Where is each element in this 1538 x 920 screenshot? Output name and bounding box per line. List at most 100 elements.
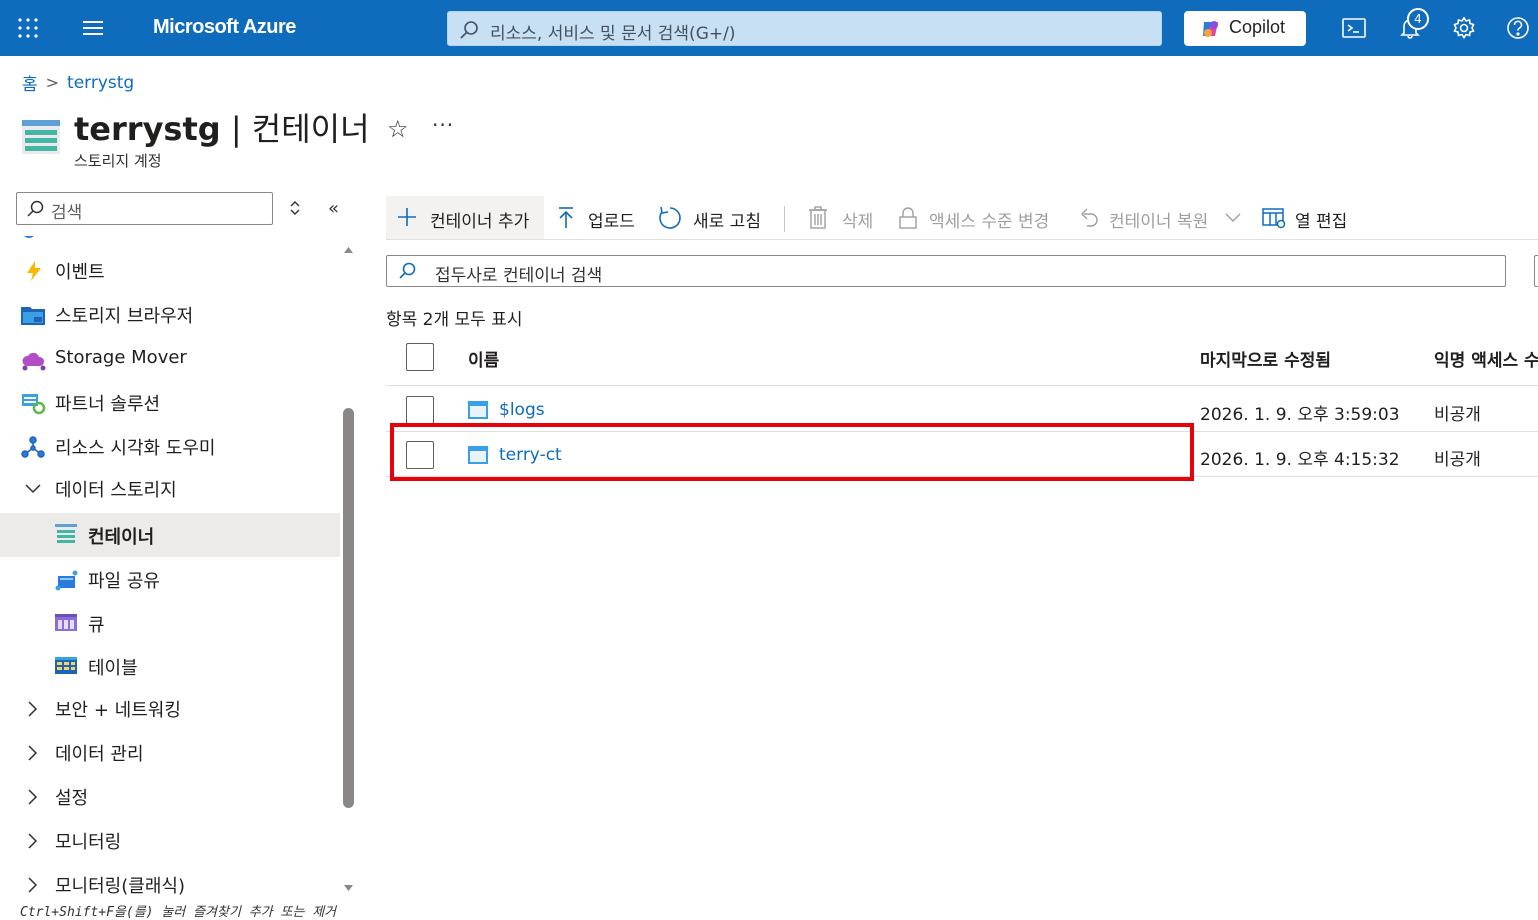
delete-button[interactable]: 삭제 — [806, 196, 878, 239]
chevron-down-icon — [1224, 210, 1242, 229]
sidebar-item-label: 모니터링(클래식) — [55, 876, 185, 897]
row-checkbox[interactable] — [406, 396, 434, 424]
chevron-down-icon — [24, 480, 42, 500]
filter-options-button[interactable] — [1534, 255, 1538, 287]
file-share-icon — [55, 568, 79, 592]
sidebar-item-label: 파일 공유 — [88, 571, 160, 592]
command-bar: 컨테이너 추가 업로드 새로 고침 삭제 액세스 수준 변경 컨테이너 복원 열… — [386, 196, 1538, 240]
container-icon — [468, 401, 488, 423]
partner-solutions-icon — [21, 391, 46, 415]
notification-count-badge: 4 — [1407, 8, 1429, 30]
search-icon — [25, 199, 45, 223]
container-name-link[interactable]: $logs — [499, 400, 545, 420]
gear-icon[interactable] — [1450, 14, 1478, 42]
undo-icon — [1078, 206, 1100, 234]
sidebar-group-security-networking[interactable]: 보안 + 네트워킹 — [0, 686, 340, 730]
sidebar-group-settings[interactable]: 설정 — [0, 774, 340, 818]
copilot-button[interactable]: Copilot — [1184, 11, 1306, 46]
column-header-name[interactable]: 이름 — [468, 346, 499, 371]
edit-columns-button[interactable]: 열 편집 — [1262, 196, 1358, 239]
help-icon[interactable] — [1504, 14, 1532, 42]
sidebar-scrollbar-thumb[interactable] — [343, 408, 354, 808]
add-container-button[interactable]: 컨테이너 추가 — [386, 196, 544, 239]
favorite-star-icon[interactable]: ☆ — [387, 115, 409, 143]
delete-label: 삭제 — [842, 212, 874, 232]
sidebar-item-label: 테이블 — [88, 658, 138, 679]
sidebar-item-queues[interactable]: 큐 — [0, 601, 340, 645]
refresh-label: 새로 고침 — [693, 212, 761, 232]
breadcrumb-resource-link[interactable]: terrystg — [67, 73, 134, 93]
edit-columns-label: 열 편집 — [1295, 212, 1348, 232]
chevron-right-icon: > — [45, 73, 60, 92]
add-container-label: 컨테이너 추가 — [430, 212, 530, 232]
sidebar-group-data-management[interactable]: 데이터 관리 — [0, 730, 340, 774]
refresh-button[interactable]: 새로 고침 — [658, 196, 770, 239]
sidebar-group-monitoring-classic[interactable]: 모니터링(클래식) — [0, 862, 340, 906]
table-icon — [55, 655, 79, 679]
access-level-cell: 비공개 — [1434, 450, 1481, 470]
sidebar-item-resource-visualizer[interactable]: 리소스 시각화 도우미 — [0, 424, 340, 468]
sidebar-item-containers[interactable]: 컨테이너 — [0, 513, 340, 557]
select-all-checkbox[interactable] — [406, 343, 434, 371]
column-header-last-modified[interactable]: 마지막으로 수정됨 — [1200, 346, 1331, 371]
last-modified-cell: 2026. 1. 9. 오후 4:15:32 — [1200, 450, 1400, 470]
toolbar-divider — [784, 206, 785, 232]
sort-up-down-icon[interactable] — [287, 199, 303, 221]
sidebar-item-label: 컨테이너 — [88, 527, 155, 548]
waffle-icon[interactable] — [14, 14, 42, 42]
container-prefix-search-placeholder: 접두사로 컨테이너 검색 — [435, 266, 603, 286]
partial-item-icon — [22, 236, 36, 238]
global-search-input[interactable]: 리소스, 서비스 및 문서 검색(G+/) — [447, 11, 1162, 46]
chevron-right-icon — [24, 832, 40, 854]
hamburger-menu-icon[interactable] — [78, 14, 108, 42]
sidebar-item-storage-mover[interactable]: Storage Mover — [0, 337, 340, 381]
sidebar-item-file-shares[interactable]: 파일 공유 — [0, 557, 340, 601]
title-separator: | — [220, 110, 252, 148]
restore-container-button[interactable]: 컨테이너 복원 — [1076, 196, 1246, 239]
sidebar-item-label: 보안 + 네트워킹 — [55, 700, 181, 721]
upload-label: 업로드 — [588, 212, 635, 232]
trash-icon — [808, 206, 828, 234]
copilot-label: Copilot — [1229, 17, 1286, 37]
last-modified-cell: 2026. 1. 9. 오후 3:59:03 — [1200, 405, 1400, 425]
global-search-placeholder: 리소스, 서비스 및 문서 검색(G+/) — [490, 24, 736, 44]
scroll-down-arrow-icon[interactable] — [343, 878, 354, 897]
sidebar-item-label: 모니터링 — [55, 832, 122, 853]
sidebar-item-partner-solutions[interactable]: 파트너 솔루션 — [0, 380, 340, 424]
container-icon — [55, 524, 79, 548]
collapse-sidebar-icon[interactable]: « — [328, 198, 339, 219]
scroll-up-arrow-icon[interactable] — [343, 240, 354, 259]
storage-container-icon — [22, 120, 60, 158]
search-icon — [397, 261, 417, 285]
more-options-icon[interactable]: ··· — [432, 113, 454, 137]
sidebar-item-events[interactable]: 이벤트 — [0, 248, 340, 292]
upload-button[interactable]: 업로드 — [554, 196, 644, 239]
breadcrumb-home-link[interactable]: 홈 — [22, 70, 38, 95]
chevron-right-icon — [24, 700, 40, 722]
sidebar-item-label: 큐 — [88, 615, 105, 636]
sidebar-item-label: 리소스 시각화 도우미 — [55, 438, 216, 459]
page-subtitle: 스토리지 계정 — [74, 152, 162, 170]
sidebar-item-label: 파트너 솔루션 — [55, 394, 161, 415]
cloud-shell-icon[interactable] — [1340, 14, 1368, 42]
container-prefix-search-input[interactable]: 접두사로 컨테이너 검색 — [386, 255, 1506, 287]
sidebar-item-storage-browser[interactable]: 스토리지 브라우저 — [0, 292, 340, 336]
sidebar-group-data-storage[interactable]: 데이터 스토리지 — [0, 466, 340, 510]
sidebar-item-label: 스토리지 브라우저 — [55, 306, 194, 327]
breadcrumb: 홈 > terrystg — [22, 70, 134, 96]
sidebar-item-label: Storage Mover — [55, 347, 187, 368]
upload-arrow-icon — [556, 206, 576, 234]
sidebar-search-input[interactable]: 검색 — [16, 192, 273, 225]
change-access-level-button[interactable]: 액세스 수준 변경 — [896, 196, 1066, 239]
column-header-anonymous-access[interactable]: 익명 액세스 수 — [1434, 346, 1538, 371]
page-name: 컨테이너 — [251, 110, 370, 148]
sidebar-item-tables[interactable]: 테이블 — [0, 644, 340, 688]
sidebar-nav: 이벤트 스토리지 브라우저 Storage Mover 파트너 솔루션 리소스 … — [0, 236, 340, 906]
chevron-right-icon — [24, 744, 40, 766]
chevron-right-icon — [24, 876, 40, 898]
sidebar-group-monitoring[interactable]: 모니터링 — [0, 818, 340, 862]
restore-container-label: 컨테이너 복원 — [1109, 212, 1209, 232]
brand-title[interactable]: Microsoft Azure — [153, 16, 296, 39]
highlight-box — [390, 423, 1194, 481]
search-icon — [458, 19, 480, 45]
